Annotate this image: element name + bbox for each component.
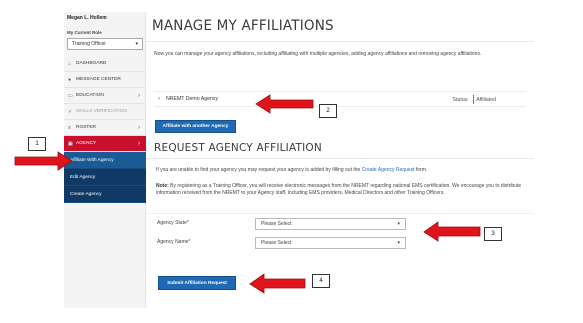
annotation-arrows: [14, 94, 481, 294]
callout-1: 1: [28, 137, 46, 151]
arrow-3-icon: [423, 221, 481, 242]
arrow-4-icon: [249, 273, 306, 294]
callout-4: 4: [312, 274, 330, 288]
arrow-1-icon: [14, 151, 73, 171]
callout-3: 3: [484, 227, 502, 241]
callout-2: 2: [319, 104, 337, 118]
arrow-2-icon: [255, 94, 314, 114]
